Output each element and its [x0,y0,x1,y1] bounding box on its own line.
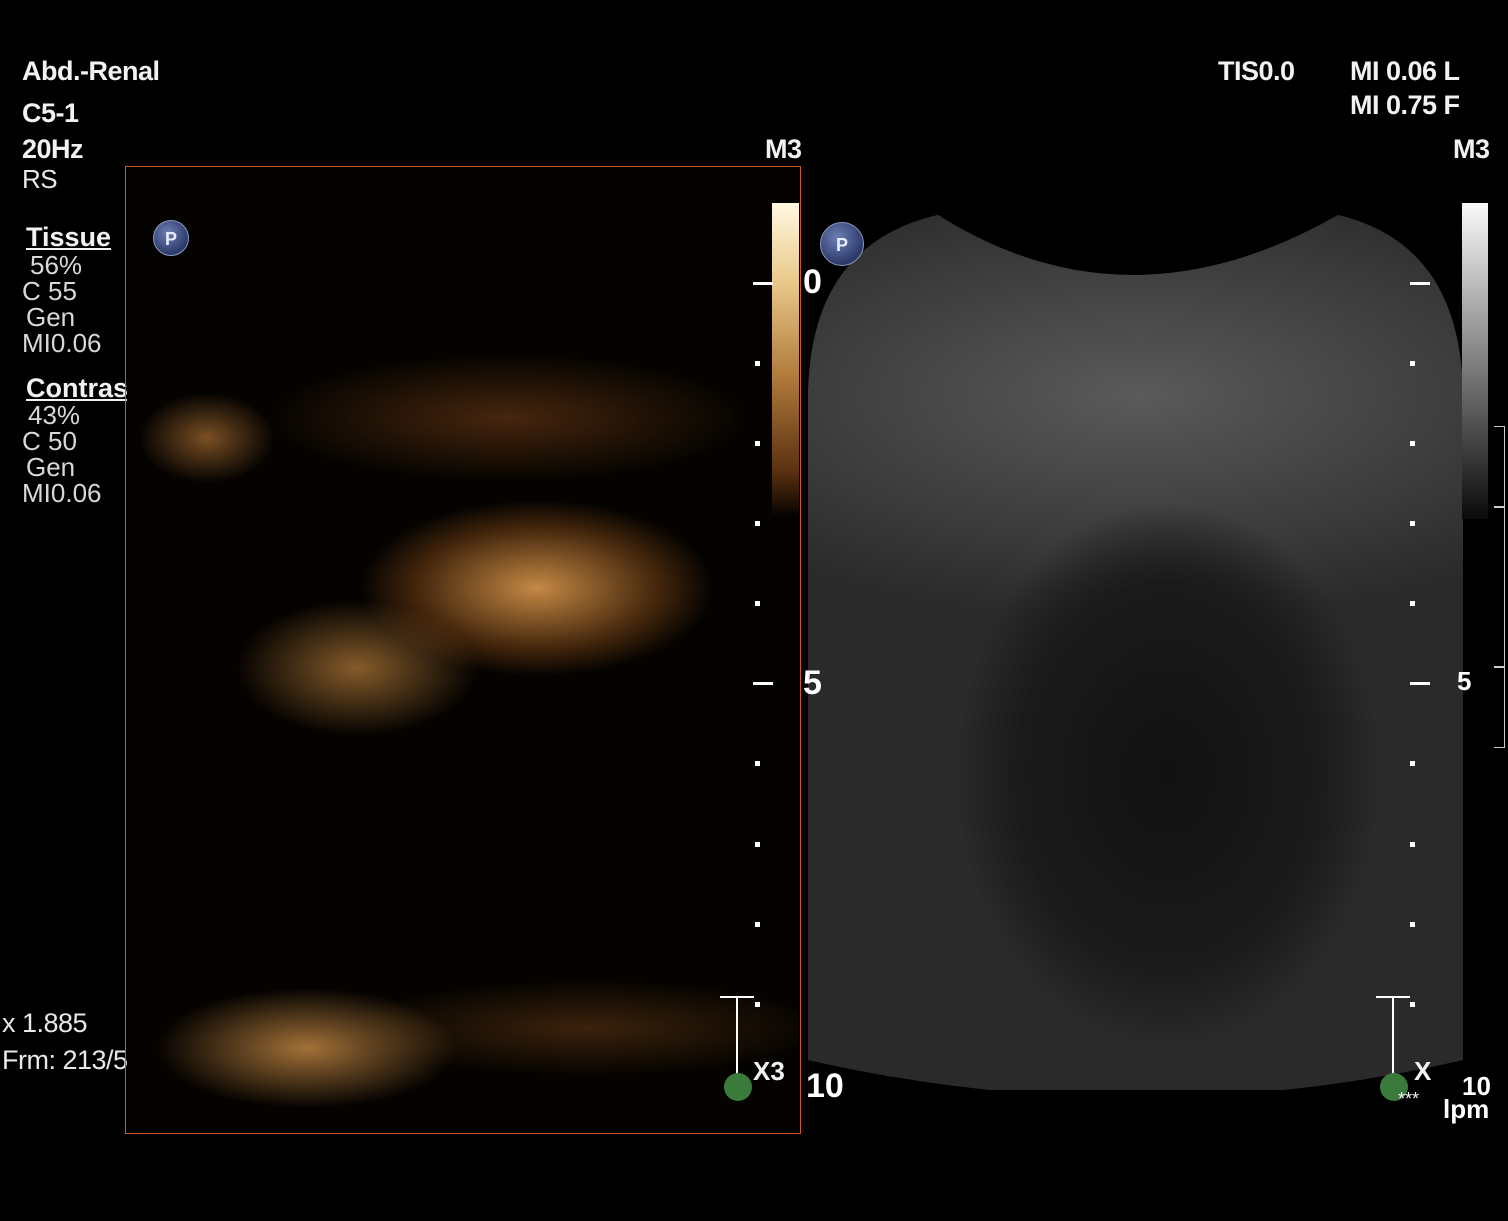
bmode-depth-tick-minor [1410,601,1415,606]
grayscale-map-bar [1462,203,1488,519]
contrast-depth-tick-minor [755,922,760,927]
bmode-probe-orientation-icon: P [820,222,864,266]
bmode-ultrasound-image [808,215,1463,1090]
tissue-frequency: Gen [26,302,76,332]
tissue-mi: MI0.06 [22,328,102,358]
contrast-compression: C 50 [22,426,77,456]
mode-label: RS [22,164,58,194]
mi-high-label: MI 0.75 F [1350,90,1460,120]
contrast-depth-label-0: 0 [803,263,822,301]
bmode-depth-tick-minor [1410,922,1415,927]
contrast-roi-frame [125,166,801,1134]
bmode-depth-tick-0 [1410,282,1430,285]
contrast-depth-tick-0 [753,282,773,285]
contrast-depth-tick-minor [755,361,760,366]
bmode-map-label: M3 [1453,134,1490,164]
bmode-depth-tick-minor [1410,521,1415,526]
contrast-map-label: M3 [765,134,802,164]
contrast-depth-label-10: 10 [806,1067,844,1105]
contrast-color-map-bar [772,203,799,519]
zoom-label: x 1.885 [2,1008,88,1038]
bmode-edge-bracket-mid [1494,506,1505,668]
bmode-depth-tick-5 [1410,682,1430,685]
contrast-title: Contrast [26,373,138,403]
contrast-depth-tick-minor [755,521,760,526]
contrast-gain: 43% [28,400,81,430]
contrast-caliper-label: X3 [753,1056,785,1086]
contrast-depth-tick-minor [755,601,760,606]
tissue-gain: 56% [30,250,83,280]
bmode-depth-label-5: 5 [1457,666,1472,696]
contrast-depth-tick-5 [753,682,773,685]
preset-label: Abd.-Renal [22,56,160,86]
probe-label: C5-1 [22,98,79,128]
contrast-focus-marker[interactable] [724,1073,752,1101]
bmode-depth-tick-minor [1410,361,1415,366]
contrast-caliper-line [736,996,738,1076]
contrast-probe-orientation-icon: P [153,220,189,256]
bmode-depth-tick-minor [1410,1002,1415,1007]
bmode-caliper-line [1392,996,1394,1076]
bmode-rate-label: lpm [1443,1094,1490,1124]
tis-label: TIS0.0 [1218,56,1295,86]
bmode-edge-bracket-top [1494,426,1505,508]
frame-rate-label: 20Hz [22,134,84,164]
bmode-depth-tick-minor [1410,441,1415,446]
bmode-caliper-label: X [1414,1056,1432,1086]
tissue-compression: C 55 [22,276,77,306]
contrast-frequency: Gen [26,452,76,482]
contrast-depth-tick-minor [755,1002,760,1007]
contrast-depth-tick-minor [755,842,760,847]
bmode-depth-tick-minor [1410,842,1415,847]
contrast-depth-tick-minor [755,761,760,766]
contrast-depth-label-5: 5 [803,664,822,702]
contrast-depth-tick-minor [755,441,760,446]
mi-low-label: MI 0.06 L [1350,56,1460,86]
bmode-edge-bracket-bottom [1494,666,1505,748]
bmode-caliper-stars: *** [1398,1089,1420,1109]
tissue-title: Tissue [26,222,112,252]
contrast-mi: MI0.06 [22,478,102,508]
bmode-depth-tick-minor [1410,761,1415,766]
